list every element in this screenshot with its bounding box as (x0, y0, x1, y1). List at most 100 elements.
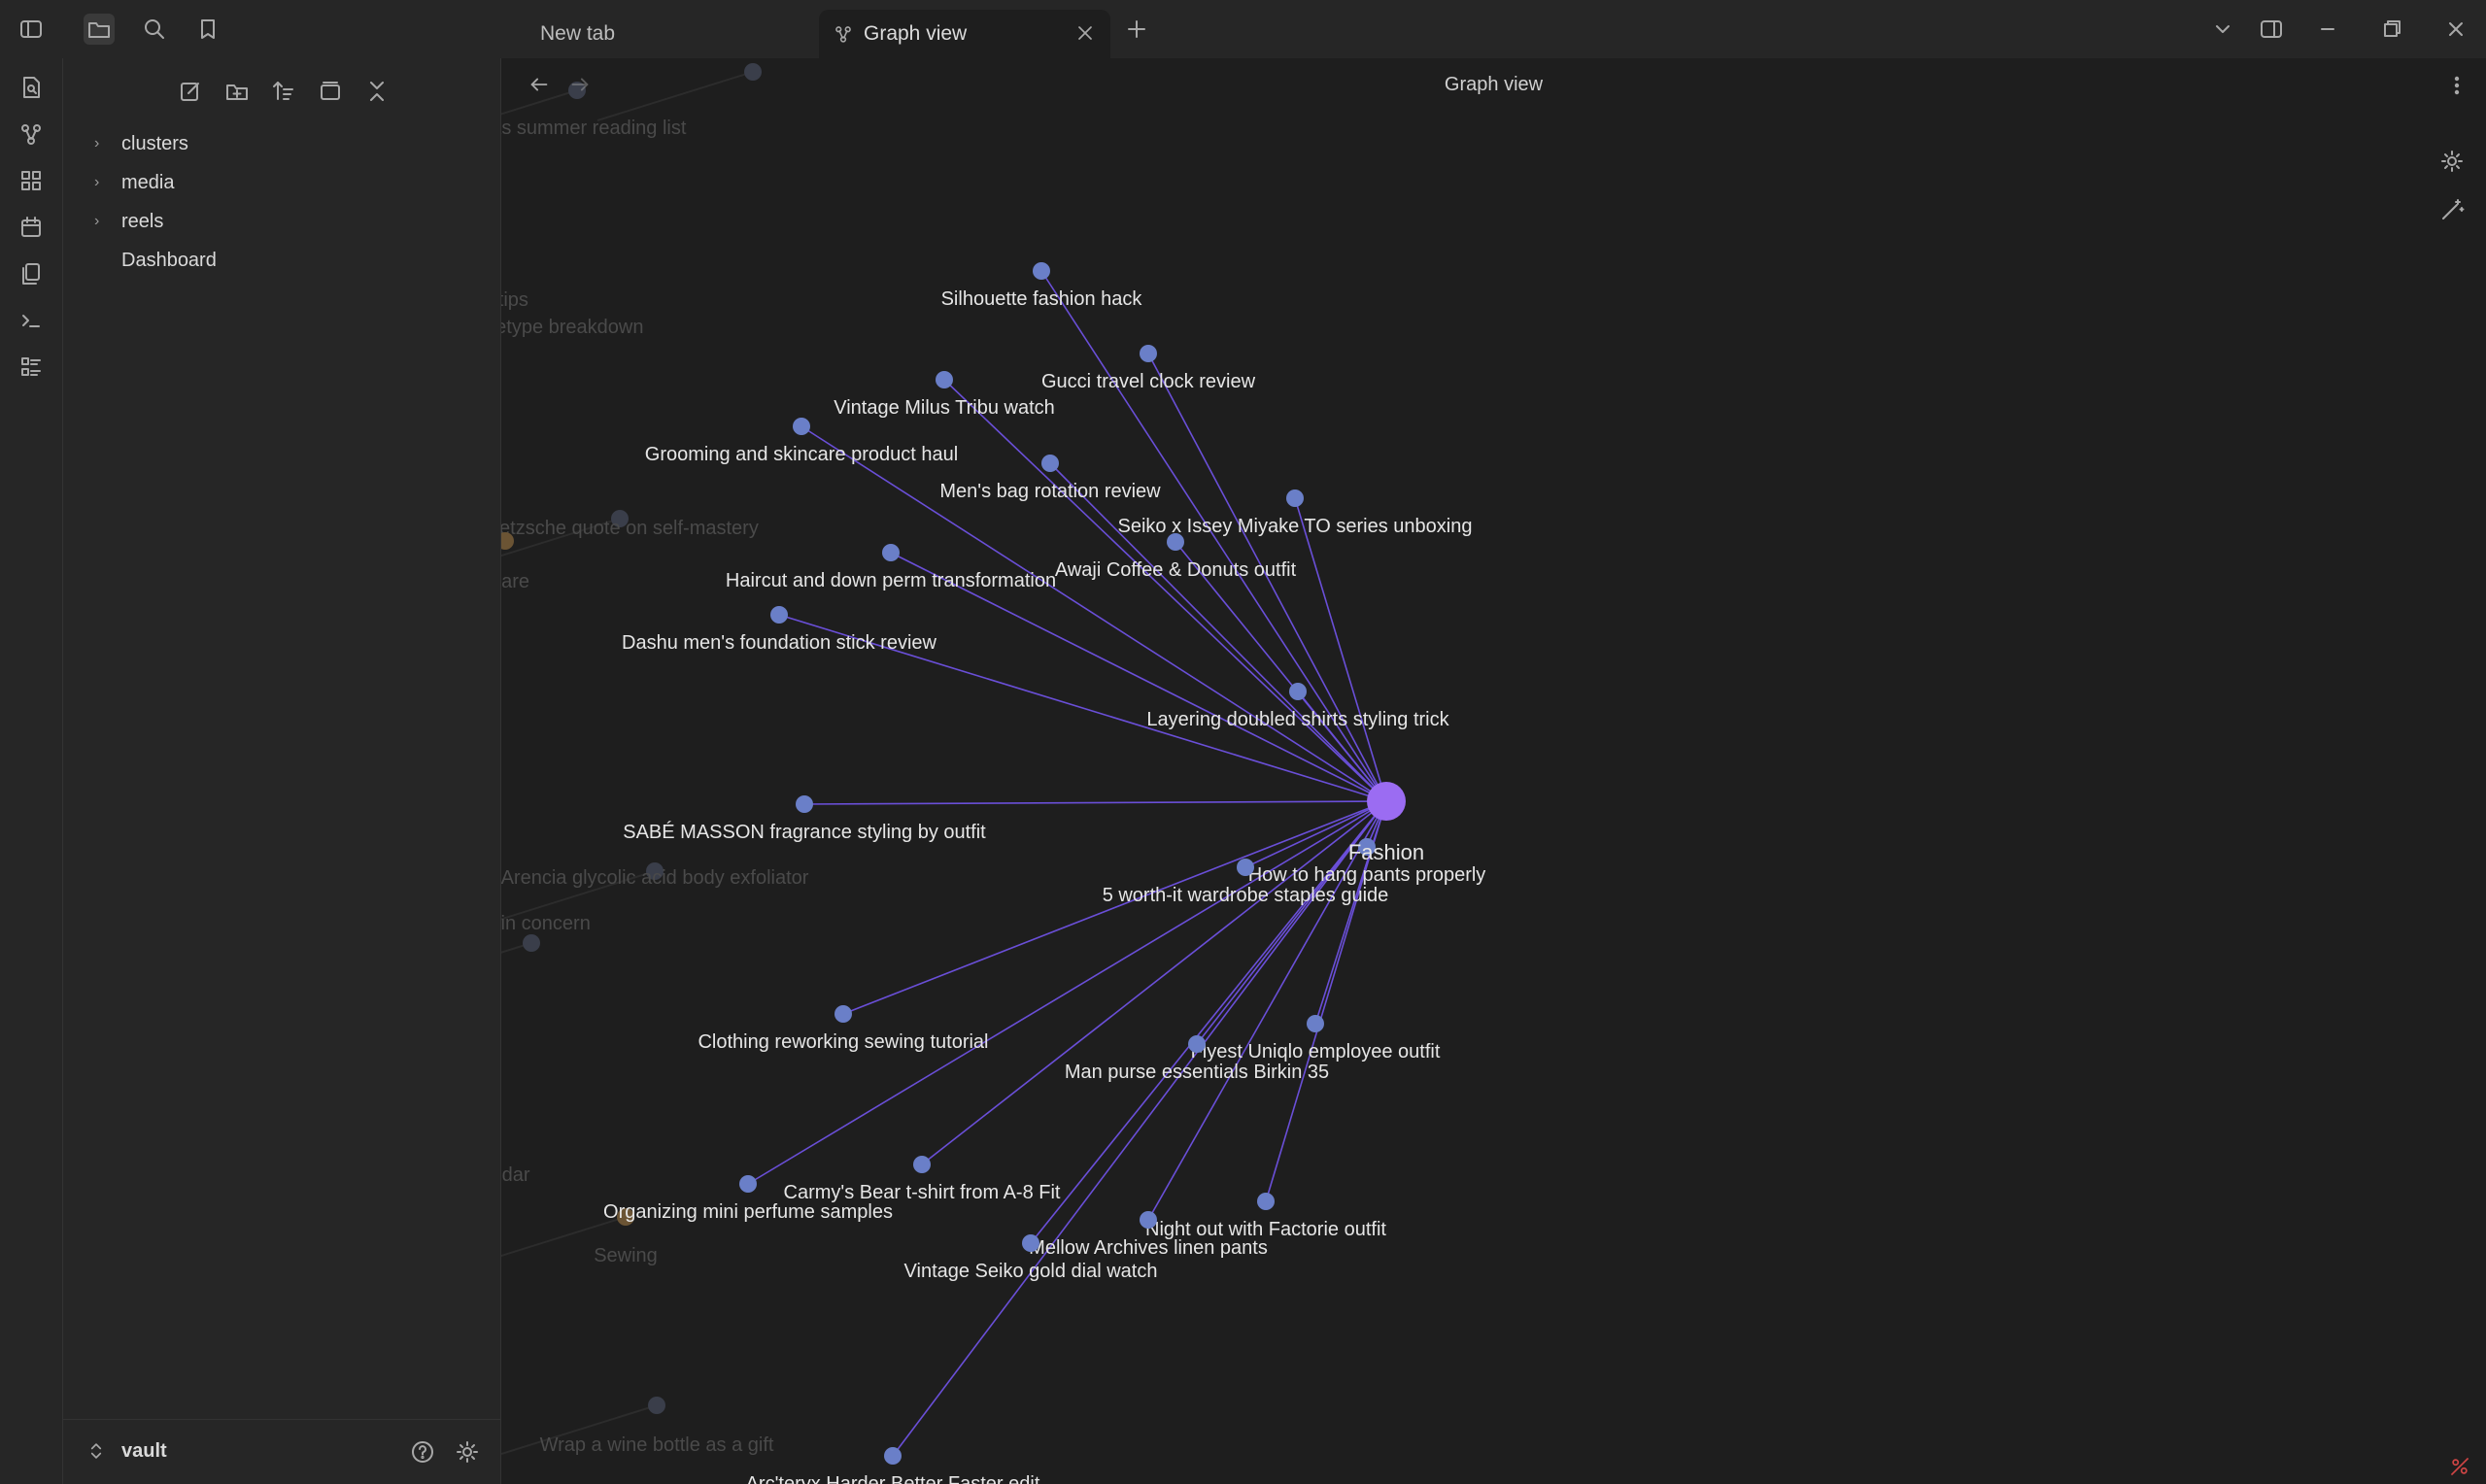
toggle-right-sidebar-icon[interactable] (2256, 14, 2287, 45)
dim-node[interactable] (523, 934, 540, 952)
settings-gear-icon[interactable] (454, 1438, 481, 1466)
graph-edge (1297, 691, 1387, 802)
folder-label: media (121, 171, 175, 193)
vault-switch-chevron-icon[interactable] (85, 1437, 108, 1465)
graph-node-label: Organizing mini perfume samples (603, 1201, 893, 1223)
dim-node-label: g tips (501, 289, 528, 311)
window-close-icon[interactable] (2440, 14, 2471, 45)
toggle-sidebar-icon[interactable] (16, 14, 47, 45)
new-tab-plus-icon[interactable] (1121, 14, 1152, 45)
graph-node[interactable] (882, 544, 900, 561)
graph-settings-gear-icon[interactable] (2438, 148, 2466, 175)
graph-center-node[interactable] (1367, 782, 1406, 821)
graph-node-label: Mellow Archives linen pants (1029, 1237, 1268, 1259)
help-icon[interactable] (409, 1438, 436, 1466)
graph-node[interactable] (884, 1447, 902, 1465)
search-icon[interactable] (139, 14, 170, 45)
graph-canvas[interactable]: n 9 books summer reading list g tips ce Wa… (501, 58, 2486, 1484)
dim-node-label: n 9 books summer reading list (501, 118, 687, 139)
graph-node-label: Haircut and down perm transformation (726, 570, 1056, 591)
graph-node[interactable] (936, 371, 953, 388)
graph-node[interactable] (1022, 1234, 1039, 1252)
folder-clusters[interactable]: › clusters (63, 126, 188, 161)
more-options-icon[interactable] (2443, 72, 2470, 99)
graph-node-label: SABÉ MASSON fragrance styling by outfit (623, 821, 986, 843)
graph-node-label: Gucci travel clock review (1041, 371, 1256, 392)
graph-node[interactable] (1033, 262, 1050, 280)
graph-status-icon[interactable] (2448, 1455, 2471, 1478)
graph-node-label: Silhouette fashion hack (941, 288, 1143, 310)
dim-node-label: Arencia glycolic acid body exfoliator (501, 867, 809, 889)
sort-icon[interactable] (268, 76, 299, 107)
close-icon[interactable] (1073, 21, 1097, 51)
dim-node-label: Nietzsche quote on self-mastery (501, 518, 759, 539)
vault-switcher: vault (63, 1419, 500, 1484)
graph-node[interactable] (1140, 1211, 1157, 1229)
dim-node[interactable] (648, 1397, 665, 1414)
canvas-icon[interactable] (16, 165, 47, 196)
bases-icon[interactable] (16, 352, 47, 383)
graph-node[interactable] (1237, 859, 1254, 876)
graph-node[interactable] (1188, 1035, 1206, 1053)
file-explorer: › clusters › media › reels Dashboard vau… (63, 58, 501, 1484)
chevron-right-icon: › (94, 174, 100, 190)
graph-node-label: Vintage Milus Tribu watch (834, 397, 1055, 419)
view-title: Graph view (1444, 74, 1544, 95)
graph-center-label: Fashion (1348, 840, 1424, 864)
graph-node[interactable] (1307, 1015, 1324, 1032)
graph-node[interactable] (1140, 345, 1157, 362)
open-quick-switcher-icon[interactable] (16, 72, 47, 103)
graph-view-icon[interactable] (16, 118, 47, 150)
graph-node-label: Seiko x Issey Miyake TO series unboxing (1118, 516, 1473, 537)
restore-icon[interactable] (2376, 14, 2407, 45)
graph-node[interactable] (834, 1005, 852, 1023)
dim-node-label: tips by skin concern (501, 913, 591, 934)
new-folder-icon[interactable] (221, 76, 253, 107)
chevron-right-icon: › (94, 213, 100, 229)
graph-node[interactable] (770, 606, 788, 624)
graph-node-label: Carmy's Bear t-shirt from A-8 Fit (784, 1182, 1061, 1203)
tab-new-tab[interactable]: New tab (525, 10, 816, 58)
templates-icon[interactable] (16, 258, 47, 289)
tab-list-chevron-down-icon[interactable] (2207, 14, 2238, 45)
file-label: Dashboard (121, 249, 217, 271)
dim-node-label: Wrap a wine bottle as a gift (540, 1434, 774, 1456)
graph-node[interactable] (1289, 683, 1307, 700)
terminal-icon[interactable] (16, 305, 47, 336)
graph-node-label: Clothing reworking sewing tutorial (698, 1031, 988, 1053)
graph-node[interactable] (1257, 1193, 1275, 1210)
animate-wand-icon[interactable] (2438, 196, 2466, 223)
bookmark-icon[interactable] (192, 14, 223, 45)
vault-name[interactable]: vault (121, 1440, 167, 1463)
tab-graph-view[interactable]: Graph view (819, 10, 1110, 58)
auto-reveal-icon[interactable] (315, 76, 346, 107)
graph-node[interactable] (793, 418, 810, 435)
folder-label: reels (121, 210, 164, 232)
file-dashboard[interactable]: Dashboard (63, 243, 217, 278)
graph-node-label: Dashu men's foundation stick review (622, 632, 937, 654)
folder-reels[interactable]: › reels (63, 204, 163, 239)
chevron-right-icon: › (94, 135, 100, 152)
graph-node[interactable] (1286, 489, 1304, 507)
graph-node[interactable] (1041, 455, 1059, 472)
graph-node[interactable] (913, 1156, 931, 1173)
graph-node-label: Awaji Coffee & Donuts outfit (1055, 559, 1297, 581)
minimize-icon[interactable] (2312, 14, 2343, 45)
new-note-icon[interactable] (175, 76, 206, 107)
view-header: Graph view (501, 58, 2486, 113)
graph-node[interactable] (1167, 533, 1184, 551)
folder-icon[interactable] (84, 14, 115, 45)
graph-node-label: Layering doubled shirts styling trick (1146, 709, 1449, 730)
graph-node[interactable] (739, 1175, 757, 1193)
title-bar: New tab Graph view (0, 0, 2486, 58)
graph-node-label: Arc'teryx Harder Better Faster edit (746, 1473, 1040, 1484)
graph-node-label: Men's bag rotation review (939, 481, 1161, 502)
folder-media[interactable]: › media (63, 165, 174, 200)
calendar-icon[interactable] (16, 212, 47, 243)
collapse-all-icon[interactable] (361, 76, 392, 107)
graph-node[interactable] (796, 795, 813, 813)
dim-node-label: ncare (501, 571, 529, 592)
graph-edge (803, 800, 1387, 805)
graph-node-label: Grooming and skincare product haul (645, 444, 958, 465)
graph-node-label: 5 worth-it wardrobe staples guide (1103, 885, 1389, 906)
